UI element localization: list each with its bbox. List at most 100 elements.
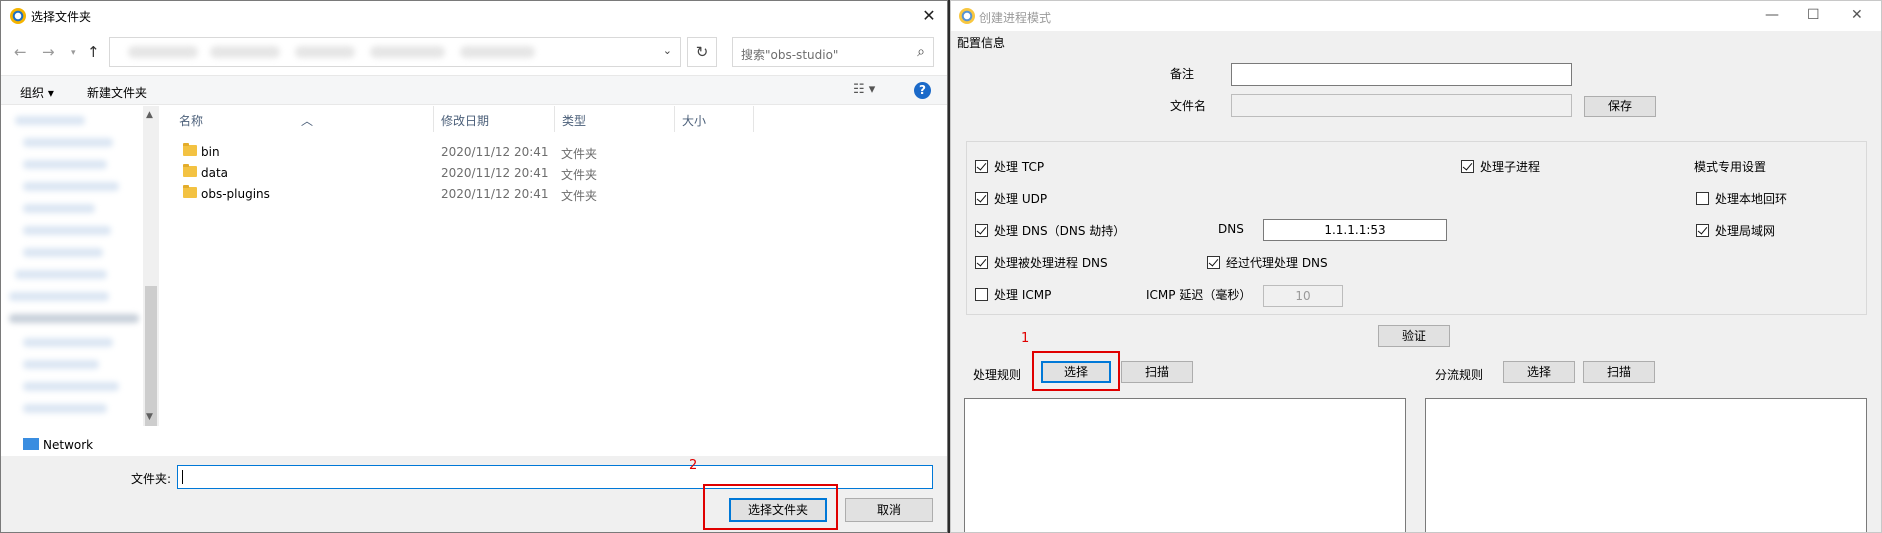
nav-scrollbar[interactable]: ▲ ▼: [143, 106, 159, 426]
nav-item-network[interactable]: Network: [23, 438, 93, 452]
loopback-label: 处理本地回环: [1715, 192, 1788, 206]
annotation-highlight-1: [1032, 351, 1120, 391]
navigation-pane[interactable]: ▲ ▼ Network: [1, 106, 159, 456]
maximize-icon[interactable]: ☐: [1807, 7, 1820, 23]
lan-label: 处理局域网: [1715, 224, 1776, 238]
child-process-label: 处理子进程: [1480, 160, 1541, 174]
file-date: 2020/11/12 20:41: [441, 145, 549, 159]
recent-locations-chevron-icon[interactable]: ▾: [71, 48, 76, 58]
sort-ascending-icon: ︿: [301, 114, 314, 128]
column-type[interactable]: 类型: [562, 112, 586, 129]
column-name[interactable]: 名称: [179, 112, 203, 129]
file-name: obs-plugins: [201, 187, 270, 201]
dns-server-input[interactable]: 1.1.1.1:53: [1263, 219, 1447, 241]
udp-checkbox[interactable]: 处理 UDP: [975, 190, 1047, 207]
search-box[interactable]: 搜索"obs-studio" ⌕: [732, 37, 934, 67]
refresh-icon[interactable]: ↻: [687, 37, 717, 67]
network-icon: [23, 438, 39, 450]
proxy-dns-label: 经过代理处理 DNS: [1226, 256, 1328, 270]
column-size[interactable]: 大小: [682, 112, 706, 129]
scroll-up-icon[interactable]: ▲: [146, 110, 153, 120]
search-input[interactable]: 搜索"obs-studio": [741, 46, 838, 63]
folder-label: 文件夹:: [131, 472, 172, 486]
filename-label: 文件名: [1170, 99, 1207, 113]
address-dropdown-icon[interactable]: ⌄: [663, 44, 672, 57]
app-titlebar: 创建进程模式 — ☐ ✕: [951, 1, 1881, 31]
lan-checkbox[interactable]: 处理局域网: [1696, 222, 1775, 239]
close-icon[interactable]: ✕: [1851, 7, 1863, 23]
handled-process-dns-checkbox[interactable]: 处理被处理进程 DNS: [975, 254, 1108, 271]
rules-list[interactable]: [964, 398, 1406, 532]
dialog-titlebar: 选择文件夹 ✕: [1, 1, 947, 31]
app-logo-icon: [959, 8, 975, 24]
folder-icon: [183, 185, 197, 198]
folder-icon: [183, 143, 197, 156]
folder-icon: [183, 164, 197, 177]
app-title: 创建进程模式: [979, 11, 1052, 25]
split-scan-button[interactable]: 扫描: [1583, 361, 1655, 383]
annotation-highlight-2: [703, 484, 838, 530]
loopback-checkbox[interactable]: 处理本地回环: [1696, 190, 1787, 207]
tcp-checkbox[interactable]: 处理 TCP: [975, 158, 1044, 175]
filename-input: [1231, 94, 1572, 117]
file-type: 文件夹: [561, 168, 598, 182]
annotation-number-2: 2: [689, 458, 698, 473]
file-date: 2020/11/12 20:41: [441, 187, 549, 201]
list-item[interactable]: bin 2020/11/12 20:41 文件夹: [161, 141, 947, 162]
mode-settings-label: 模式专用设置: [1694, 160, 1767, 174]
rules-label: 处理规则: [973, 368, 1022, 382]
file-date: 2020/11/12 20:41: [441, 166, 549, 180]
address-bar[interactable]: ⌄: [109, 37, 681, 67]
minimize-icon[interactable]: —: [1765, 7, 1779, 23]
new-folder-button[interactable]: 新建文件夹: [87, 84, 147, 101]
command-bar: 组织 ▾ 新建文件夹 ☷ ▾ ?: [1, 75, 947, 105]
file-type: 文件夹: [561, 147, 598, 161]
search-icon[interactable]: ⌕: [917, 44, 925, 60]
organize-menu[interactable]: 组织 ▾: [20, 84, 54, 101]
icmp-delay-input: 10: [1263, 285, 1343, 307]
back-arrow-icon[interactable]: ←: [14, 43, 27, 61]
dialog-title: 选择文件夹: [31, 10, 92, 24]
nav-scrollbar-thumb[interactable]: [145, 286, 157, 426]
scroll-down-icon[interactable]: ▼: [146, 412, 153, 422]
split-select-button[interactable]: 选择: [1503, 361, 1575, 383]
icmp-checkbox[interactable]: 处理 ICMP: [975, 286, 1051, 303]
view-options-icon[interactable]: ☷ ▾: [853, 82, 875, 97]
validate-button[interactable]: 验证: [1378, 325, 1450, 347]
file-type: 文件夹: [561, 189, 598, 203]
up-arrow-icon[interactable]: ↑: [87, 43, 100, 61]
icmp-label: 处理 ICMP: [994, 288, 1052, 302]
list-item[interactable]: obs-plugins 2020/11/12 20:41 文件夹: [161, 183, 947, 204]
help-icon[interactable]: ?: [914, 82, 931, 99]
list-header: ︿ 名称 修改日期 类型 大小: [161, 106, 947, 132]
tcp-label: 处理 TCP: [994, 160, 1045, 174]
close-icon[interactable]: ✕: [911, 1, 947, 31]
udp-label: 处理 UDP: [994, 192, 1048, 206]
split-rules-label: 分流规则: [1435, 368, 1484, 382]
dns-checkbox[interactable]: 处理 DNS（DNS 劫持）: [975, 222, 1125, 239]
list-item[interactable]: data 2020/11/12 20:41 文件夹: [161, 162, 947, 183]
handled-dns-label: 处理被处理进程 DNS: [994, 256, 1108, 270]
column-date[interactable]: 修改日期: [441, 112, 489, 129]
file-name: bin: [201, 145, 220, 159]
note-input[interactable]: [1231, 63, 1572, 86]
app-logo-icon: [10, 8, 26, 24]
forward-arrow-icon[interactable]: →: [42, 43, 55, 61]
note-label: 备注: [1170, 67, 1195, 81]
save-button[interactable]: 保存: [1584, 96, 1656, 117]
cancel-button[interactable]: 取消: [845, 498, 933, 522]
dns-server-label: DNS: [1218, 222, 1244, 236]
icmp-delay-label: ICMP 延迟（毫秒）: [1146, 288, 1252, 302]
child-process-checkbox[interactable]: 处理子进程: [1461, 158, 1540, 175]
file-list: ︿ 名称 修改日期 类型 大小 bin 2020/11/12 20:41 文件夹…: [161, 106, 947, 456]
create-process-mode-window: 创建进程模式 — ☐ ✕ 配置信息 备注 文件名 保存 处理 TCP 处理 UD…: [950, 0, 1882, 533]
split-rules-list[interactable]: [1425, 398, 1867, 532]
rules-scan-button[interactable]: 扫描: [1121, 361, 1193, 383]
annotation-number-1: 1: [1021, 331, 1030, 346]
proxy-dns-checkbox[interactable]: 经过代理处理 DNS: [1207, 254, 1328, 271]
file-name: data: [201, 166, 229, 180]
nav-network-label: Network: [43, 438, 94, 452]
config-group-title: 配置信息: [957, 36, 1006, 50]
folder-picker-dialog: 选择文件夹 ✕ ← → ▾ ↑ ⌄ ↻ 搜索"obs-studio" ⌕ 组织 …: [0, 0, 948, 533]
dns-label: 处理 DNS（DNS 劫持）: [994, 224, 1126, 238]
